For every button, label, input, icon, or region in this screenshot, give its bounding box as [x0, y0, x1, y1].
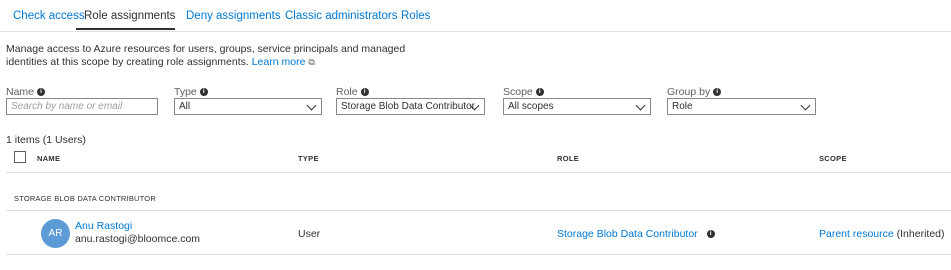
- group-header: STORAGE BLOB DATA CONTRIBUTOR: [14, 194, 156, 203]
- info-icon[interactable]: i: [360, 88, 369, 97]
- info-icon[interactable]: i: [706, 230, 715, 239]
- tab-classic-administrators[interactable]: Classic administrators: [285, 10, 397, 22]
- row-role: Storage Blob Data Contributor i: [557, 228, 715, 240]
- type-select-value: All: [179, 101, 191, 112]
- column-header-type[interactable]: TYPE: [298, 154, 319, 163]
- chevron-down-icon: [800, 100, 811, 111]
- scope-select-value: All scopes: [508, 101, 554, 112]
- name-filter-label-text: Name: [6, 86, 35, 98]
- name-filter-label: Name i: [6, 86, 46, 98]
- role-filter-label: Role i: [336, 86, 369, 98]
- column-header-role[interactable]: ROLE: [557, 154, 579, 163]
- group-by-select-value: Role: [672, 101, 693, 112]
- user-email: anu.rastogi@bloomce.com: [75, 233, 201, 245]
- type-select[interactable]: All: [174, 98, 322, 115]
- row-scope: Parent resource (Inherited): [819, 228, 945, 240]
- items-count: 1 items (1 Users): [6, 134, 86, 146]
- info-icon[interactable]: i: [713, 88, 722, 97]
- scope-inherited: (Inherited): [896, 228, 945, 240]
- description-text: Manage access to Azure resources for use…: [6, 43, 406, 68]
- user-name-link[interactable]: Anu Rastogi: [75, 220, 132, 232]
- tab-role-assignments[interactable]: Role assignments: [84, 10, 175, 22]
- tab-deny-assignments[interactable]: Deny assignments: [186, 10, 281, 22]
- info-icon[interactable]: i: [535, 88, 544, 97]
- column-header-scope[interactable]: SCOPE: [819, 154, 847, 163]
- tab-bar: Check access Role assignments Deny assig…: [0, 0, 951, 32]
- chevron-down-icon: [635, 100, 646, 111]
- group-divider: [6, 210, 951, 211]
- group-by-filter-label: Group by i: [667, 86, 722, 98]
- search-input[interactable]: [6, 98, 158, 115]
- role-filter-label-text: Role: [336, 86, 358, 98]
- description: Manage access to Azure resources for use…: [6, 43, 446, 69]
- tab-roles[interactable]: Roles: [401, 10, 430, 22]
- group-by-filter-label-text: Group by: [667, 86, 711, 98]
- chevron-down-icon: [306, 100, 317, 111]
- learn-more-link[interactable]: Learn more: [252, 56, 306, 68]
- row-divider: [6, 254, 951, 255]
- role-select-value: Storage Blob Data Contributor: [341, 101, 475, 112]
- scope-filter-label: Scope i: [503, 86, 544, 98]
- info-icon[interactable]: i: [37, 88, 46, 97]
- scope-filter-label-text: Scope: [503, 86, 533, 98]
- group-by-select[interactable]: Role: [667, 98, 816, 115]
- active-tab-indicator: [76, 28, 175, 30]
- column-header-name[interactable]: NAME: [37, 154, 60, 163]
- type-filter-label: Type i: [174, 86, 208, 98]
- parent-resource-link[interactable]: Parent resource: [819, 228, 894, 240]
- role-link[interactable]: Storage Blob Data Contributor: [557, 228, 698, 240]
- info-icon[interactable]: i: [199, 88, 208, 97]
- row-type: User: [298, 228, 321, 240]
- tab-check-access[interactable]: Check access: [13, 10, 85, 22]
- scope-select[interactable]: All scopes: [503, 98, 651, 115]
- external-link-icon: ⧉: [308, 57, 315, 67]
- avatar: AR: [41, 219, 70, 248]
- header-divider: [6, 172, 951, 173]
- type-filter-label-text: Type: [174, 86, 197, 98]
- select-all-checkbox[interactable]: [14, 151, 26, 163]
- role-select[interactable]: Storage Blob Data Contributor: [336, 98, 485, 115]
